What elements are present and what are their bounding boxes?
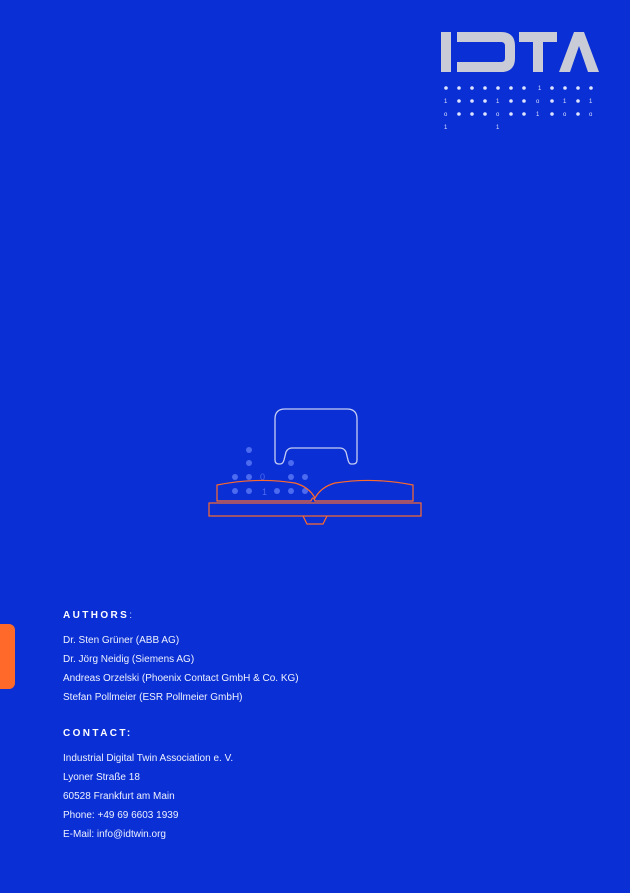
book-illustration: 01: [208, 408, 422, 525]
svg-text:o: o: [536, 99, 540, 105]
author-name: Stefan Pollmeier (ESR Pollmeier GmbH): [63, 692, 243, 703]
svg-text:1: 1: [262, 487, 267, 497]
contact-phone: Phone: +49 69 6603 1939: [63, 810, 179, 821]
contact-heading: CONTACT:: [63, 728, 133, 739]
svg-text:o: o: [589, 112, 593, 118]
svg-text:1: 1: [496, 125, 500, 131]
contact-city: 60528 Frankfurt am Main: [63, 791, 175, 802]
svg-text:o: o: [444, 112, 448, 118]
authors-heading: AUTHORS:: [63, 610, 135, 621]
author-name: Dr. Sten Grüner (ABB AG): [63, 635, 180, 646]
contact-email: E-Mail: info@idtwin.org: [63, 829, 166, 840]
svg-text:o: o: [496, 112, 500, 118]
svg-text:1: 1: [444, 99, 448, 105]
authors-section: AUTHORS: Dr. Sten Grüner (ABB AG) Dr. Jö…: [63, 610, 603, 707]
author-name: Andreas Orzelski (Phoenix Contact GmbH &…: [63, 673, 299, 684]
svg-text:1: 1: [589, 99, 593, 105]
contact-section: CONTACT: Industrial Digital Twin Associa…: [63, 728, 603, 844]
svg-text:1: 1: [536, 112, 540, 118]
svg-text:1: 1: [563, 99, 567, 105]
contact-organization: Industrial Digital Twin Association e. V…: [63, 753, 234, 764]
page-edge-tab: [0, 624, 15, 689]
binary-dot-pattern: 1 1 1 o 1 1 o o 1 o o 1 1: [444, 86, 593, 131]
svg-text:o: o: [563, 112, 567, 118]
idta-logo: [441, 32, 599, 72]
contact-street: Lyoner Straße 18: [63, 772, 140, 783]
author-name: Dr. Jörg Neidig (Siemens AG): [63, 654, 195, 665]
svg-text:1: 1: [496, 99, 500, 105]
svg-text:1: 1: [444, 125, 448, 131]
svg-text:1: 1: [538, 86, 542, 92]
